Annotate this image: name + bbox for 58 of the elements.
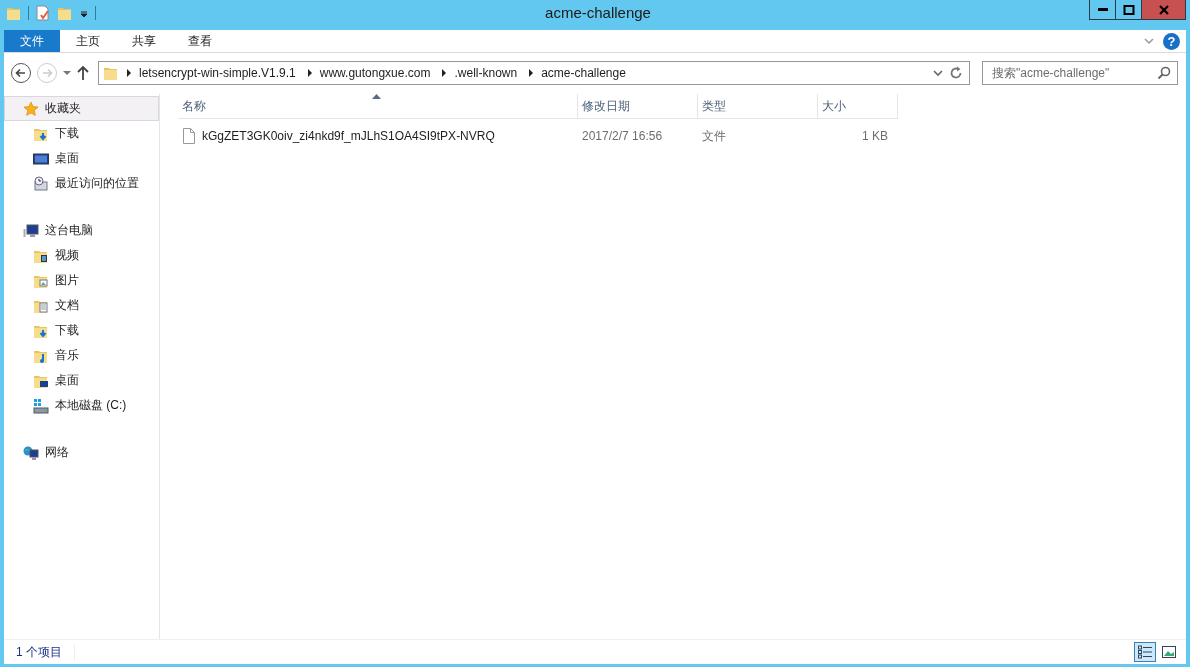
recent-places-icon — [33, 175, 49, 192]
file-icon — [182, 128, 196, 144]
help-button[interactable]: ? — [1163, 32, 1180, 50]
sidebar-item[interactable]: 这台电脑 — [4, 218, 159, 243]
column-header[interactable]: 修改日期 — [578, 94, 698, 119]
maximize-icon — [1122, 3, 1135, 16]
table-cell: 2017/2/7 16:56 — [582, 129, 663, 143]
sidebar-item[interactable]: 本地磁盘 (C:) — [4, 393, 159, 418]
sidebar-item[interactable]: 桌面 — [4, 146, 159, 171]
window-title: acme-challenge — [544, 4, 652, 21]
sidebar-item[interactable]: 文档 — [4, 293, 159, 318]
breadcrumb-arrow-icon[interactable] — [440, 68, 449, 78]
expand-ribbon-icon[interactable] — [1143, 35, 1155, 47]
breadcrumb-arrow-icon[interactable] — [125, 68, 133, 78]
column-header[interactable]: 大小 — [818, 94, 898, 119]
file-row[interactable]: kGgZET3GK0oiv_zi4nkd9f_mJLhS1OA4SI9tPX-NVRQ 2017/2/7 16:56 文件 1 KB — [178, 125, 1186, 147]
folder-icon — [103, 65, 119, 81]
network-icon — [23, 444, 39, 461]
sidebar-item[interactable]: 收藏夹 — [4, 96, 159, 121]
breadcrumb-segment[interactable]: letsencrypt-win-simple.V1.9.1 — [139, 66, 296, 80]
breadcrumb-arrow-icon[interactable] — [305, 68, 314, 78]
thumbnails-view-icon — [1162, 645, 1176, 659]
sidebar-item[interactable]: 视频 — [4, 243, 159, 268]
details-view-icon — [1138, 645, 1152, 659]
search-field[interactable]: 搜索"acme-challenge" — [982, 61, 1178, 85]
column-header[interactable]: 类型 — [698, 94, 818, 119]
breadcrumb-segment[interactable]: www.gutongxue.com — [319, 66, 431, 80]
properties-icon[interactable] — [35, 5, 51, 21]
sort-arrow-icon — [372, 94, 381, 99]
column-header[interactable]: 名称 — [178, 94, 578, 119]
sidebar-item[interactable]: 桌面 — [4, 368, 159, 393]
address-dropdown-icon[interactable] — [933, 68, 943, 78]
close-button[interactable] — [1141, 0, 1186, 20]
monitor-icon — [33, 150, 49, 167]
minimize-icon — [1097, 8, 1108, 11]
table-cell: kGgZET3GK0oiv_zi4nkd9f_mJLhS1OA4SI9tPX-NVRQ — [202, 129, 495, 143]
ribbon-tab[interactable]: 文件 — [4, 30, 60, 52]
sidebar-item[interactable]: 图片 — [4, 268, 159, 293]
drive-icon — [33, 397, 49, 414]
computer-icon — [23, 222, 39, 239]
item-count: 1 个项目 — [16, 643, 75, 661]
minimize-button[interactable] — [1089, 0, 1116, 20]
address-bar[interactable]: letsencrypt-win-simple.V1.9.1 www.gutongxue.com .well-known acme-challenge — [98, 61, 970, 85]
search-icon[interactable] — [1157, 66, 1171, 80]
table-cell: 1 KB — [862, 129, 888, 143]
details-view-button[interactable] — [1134, 642, 1156, 662]
sidebar-item[interactable]: 最近访问的位置 — [4, 171, 159, 196]
star-icon — [23, 100, 39, 117]
close-icon — [1157, 3, 1170, 16]
table-cell: 文件 — [702, 127, 726, 145]
sidebar-item[interactable]: 音乐 — [4, 343, 159, 368]
sidebar-item[interactable]: 下载 — [4, 121, 159, 146]
sidebar-item[interactable]: 网络 — [4, 440, 159, 465]
breadcrumb-arrow-icon[interactable] — [527, 68, 536, 78]
breadcrumb-segment[interactable]: .well-known — [454, 66, 518, 80]
sidebar-item[interactable]: 下载 — [4, 318, 159, 343]
refresh-icon[interactable] — [949, 66, 963, 80]
breadcrumb-segment[interactable]: acme-challenge — [541, 66, 626, 80]
